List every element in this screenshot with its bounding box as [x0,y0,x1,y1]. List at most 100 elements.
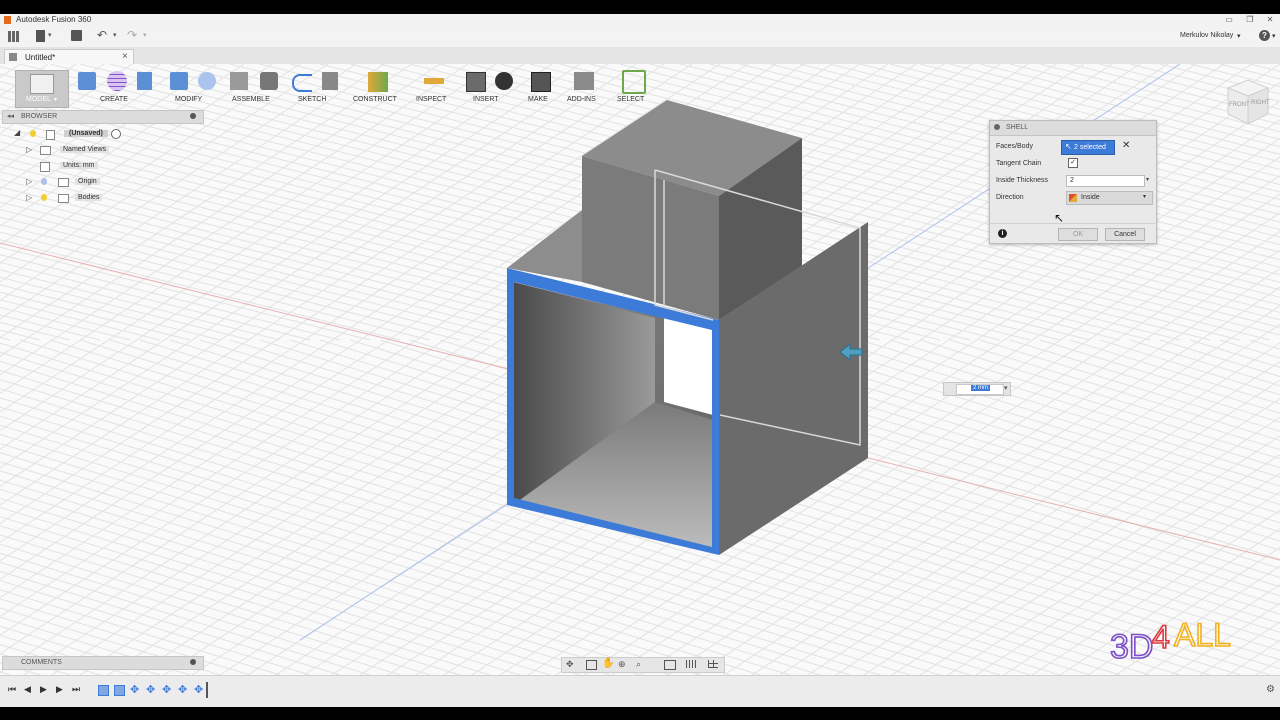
tree-root-row[interactable]: ◢ (Unsaved) [10,128,121,141]
insert-image-icon[interactable] [466,72,486,92]
expand-right-icon[interactable]: ▷ [26,193,32,202]
thickness-input[interactable]: 2 [1066,175,1145,187]
browser-collapse-icon[interactable]: ◂◂ [7,112,14,120]
thickness-viewport-dropdown-icon[interactable]: ▾ [1004,384,1008,392]
dialog-close-icon[interactable] [994,124,1000,130]
viewports-icon[interactable] [708,660,718,668]
timeline-feature-move-icon[interactable]: ✥ [130,683,139,696]
user-name[interactable]: Merkulov Nikolay [1180,32,1233,39]
addins-scripts-icon[interactable] [574,72,594,90]
help-dropdown-icon[interactable]: ▾ [1272,32,1276,40]
timeline-prev-icon[interactable]: ◀ [24,684,31,695]
fit-icon[interactable]: ⌕ [636,659,641,670]
look-at-icon[interactable] [586,660,597,670]
timeline-feature-extrude-icon[interactable] [114,685,125,696]
faces-row: Faces/Body ↖ 2 selected ✕ [996,140,1151,155]
timeline-last-icon[interactable]: ⏭ [72,684,80,695]
toolbar-group-inspect[interactable]: INSPECT [416,96,446,103]
help-icon[interactable]: ? [1259,30,1270,41]
select-tool-icon[interactable] [622,70,646,94]
user-dropdown-icon[interactable]: ▾ [1237,32,1241,40]
assemble-component-icon[interactable] [230,72,248,90]
timeline-next-icon[interactable]: ▶ [56,684,63,695]
visibility-bulb-icon[interactable] [30,130,36,137]
ok-button[interactable]: OK [1058,228,1098,241]
sketch-stop-icon[interactable] [322,72,338,90]
timeline-play-icon[interactable]: ▶ [40,684,47,695]
activate-radio-icon[interactable] [111,129,121,139]
undo-icon[interactable]: ↶ [97,28,107,42]
toolbar-group-construct[interactable]: CONSTRUCT [353,96,397,103]
modify-fillet-icon[interactable] [198,72,216,90]
thickness-viewport-input[interactable]: 2 mm ▾ [943,382,1011,396]
redo-dropdown-icon[interactable]: ▾ [143,31,147,39]
restore-icon[interactable]: ❐ [1243,15,1257,25]
file-dropdown-icon[interactable]: ▾ [48,31,52,39]
tab-untitled[interactable]: Untitled* × [4,49,134,65]
save-icon[interactable] [71,30,82,41]
svg-text:3D: 3D [1110,628,1153,666]
tree-item-label: Origin [75,178,100,185]
pan-icon[interactable]: ✋ [602,658,614,669]
info-icon[interactable]: i [998,229,1007,238]
timeline-marker[interactable] [206,682,208,698]
workspace-switcher[interactable]: MODEL ▾ [15,70,69,108]
cancel-button[interactable]: Cancel [1105,228,1145,241]
toolbar-group-insert[interactable]: INSERT [473,96,499,103]
minimize-icon[interactable]: ▭ [1222,15,1236,25]
clear-selection-icon[interactable]: ✕ [1122,140,1130,151]
faces-selection-button[interactable]: ↖ 2 selected [1061,140,1115,155]
modify-presspull-icon[interactable] [170,72,188,90]
undo-dropdown-icon[interactable]: ▾ [113,31,117,39]
make-3dprint-icon[interactable] [531,72,551,92]
timeline-feature-move-icon[interactable]: ✥ [178,683,187,696]
data-panel-icon[interactable] [8,31,19,42]
toolbar-group-create[interactable]: CREATE [100,96,128,103]
toolbar-group-addins[interactable]: ADD-INS [567,96,596,103]
toolbar-group-sketch[interactable]: SKETCH [298,96,326,103]
expand-down-icon[interactable]: ◢ [14,128,20,137]
visibility-bulb-off-icon[interactable] [41,178,47,185]
assemble-joint-icon[interactable] [260,72,278,90]
create-box-icon[interactable] [78,72,96,90]
direction-select[interactable]: Inside ▾ [1066,191,1153,205]
toolbar-group-select[interactable]: SELECT [617,96,644,103]
shell-dialog: SHELL Faces/Body ↖ 2 selected ✕ Tangent … [989,120,1157,244]
browser-pin-icon[interactable] [190,113,196,119]
orbit-icon[interactable]: ✥ [566,659,574,670]
close-window-icon[interactable]: ✕ [1263,15,1277,25]
timeline-feature-move-icon[interactable]: ✥ [194,683,203,696]
dialog-footer: i OK Cancel [990,223,1156,244]
timeline-feature-extrude-icon[interactable] [98,685,109,696]
visibility-bulb-icon[interactable] [41,194,47,201]
dialog-header[interactable]: SHELL [990,121,1156,136]
toolbar-group-modify[interactable]: MODIFY [175,96,202,103]
construct-plane-icon[interactable] [368,72,388,92]
timeline-feature-move-icon[interactable]: ✥ [146,683,155,696]
zoom-icon[interactable]: ⊕ [618,659,626,670]
browser-panel-header[interactable]: ◂◂ BROWSER [2,110,204,124]
file-menu-icon[interactable] [36,30,45,42]
grid-settings-icon[interactable] [686,660,696,668]
insert-decal-icon[interactable] [495,72,513,90]
comments-panel-header[interactable]: COMMENTS [2,656,204,670]
thickness-label: Inside Thickness [996,177,1049,184]
timeline-feature-move-icon[interactable]: ✥ [162,683,171,696]
redo-icon[interactable]: ↷ [127,28,137,42]
expand-right-icon[interactable]: ▷ [26,145,32,154]
sketch-line-icon[interactable] [292,74,312,92]
thickness-viewport-value[interactable]: 2 mm [971,385,990,391]
tab-close-icon[interactable]: × [122,51,128,62]
toolbar-group-make[interactable]: MAKE [528,96,548,103]
thickness-dropdown-icon[interactable]: ▾ [1146,176,1149,183]
toolbar-group-assemble[interactable]: ASSEMBLE [232,96,270,103]
inspect-measure-icon[interactable] [424,78,444,84]
timeline-settings-icon[interactable]: ⚙ [1266,684,1275,695]
tangent-checkbox[interactable]: ✓ [1068,158,1078,168]
create-extrude-icon[interactable] [137,72,152,90]
timeline-first-icon[interactable]: ⏮ [8,684,16,695]
expand-right-icon[interactable]: ▷ [26,177,32,186]
create-form-icon[interactable] [107,71,127,91]
display-settings-icon[interactable] [664,660,676,670]
comments-pin-icon[interactable] [190,659,196,665]
